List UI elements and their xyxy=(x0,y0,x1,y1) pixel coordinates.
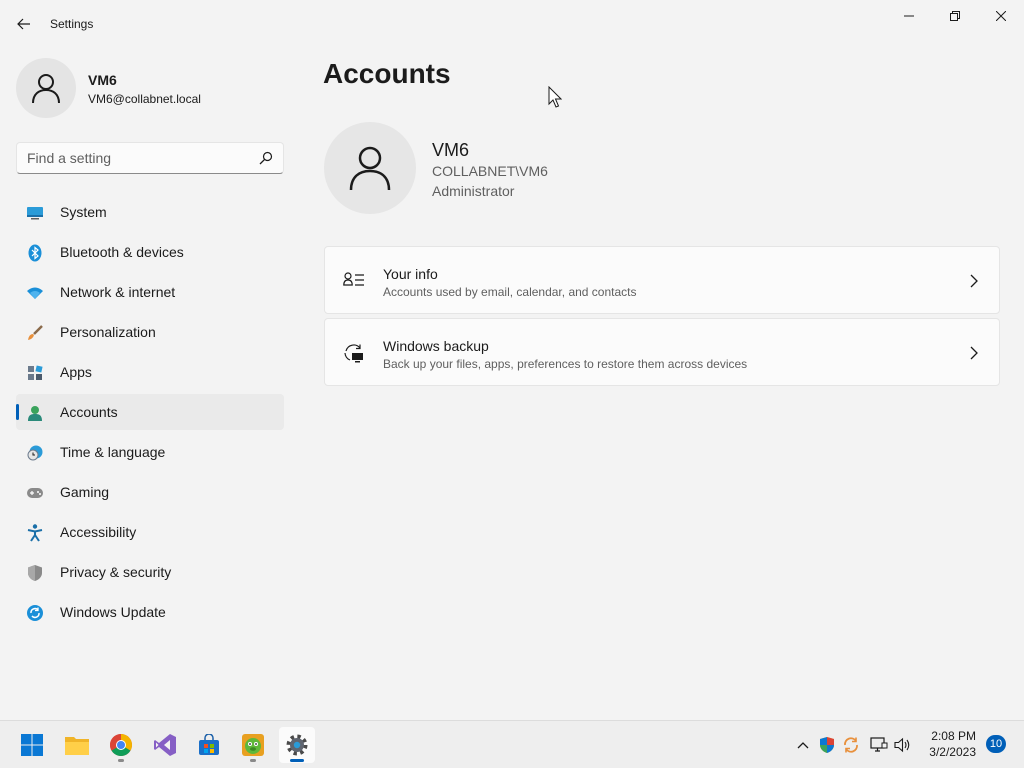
start-icon xyxy=(21,734,43,756)
taskbar xyxy=(0,720,1024,768)
chevron-up-icon xyxy=(797,742,809,749)
back-arrow-icon xyxy=(17,18,30,30)
sidebar-item-accessibility[interactable]: Accessibility xyxy=(16,514,284,550)
start-button[interactable] xyxy=(14,727,50,763)
taskbar-visual-studio[interactable] xyxy=(147,727,183,763)
minimize-icon xyxy=(904,15,914,17)
taskbar-file-explorer[interactable] xyxy=(59,727,95,763)
sidebar-item-label: Bluetooth & devices xyxy=(60,244,184,260)
chevron-right-icon xyxy=(970,346,978,360)
tray-network[interactable] xyxy=(870,736,888,754)
restore-icon xyxy=(950,11,960,21)
taskbar-store[interactable] xyxy=(191,727,227,763)
sidebar-item-personalization[interactable]: Personalization xyxy=(16,314,284,350)
sidebar-item-label: System xyxy=(60,204,107,220)
taskbar-chrome[interactable] xyxy=(103,727,139,763)
search-box xyxy=(16,142,284,174)
update-icon xyxy=(26,604,44,622)
tray-security[interactable] xyxy=(818,736,836,754)
page-title: Accounts xyxy=(323,58,451,89)
card-title: Your info xyxy=(383,266,438,282)
user-email: VM6@collabnet.local xyxy=(88,92,201,106)
close-button[interactable] xyxy=(978,0,1024,32)
contact-info-icon xyxy=(343,272,364,286)
back-button[interactable] xyxy=(8,8,40,40)
sidebar-item-bluetooth[interactable]: Bluetooth & devices xyxy=(16,234,284,270)
clock-time[interactable]: 2:08 PM xyxy=(900,729,976,743)
windows-backup-card[interactable]: Windows backup Back up your files, apps,… xyxy=(324,318,1000,386)
sidebar-item-windows-update[interactable]: Windows Update xyxy=(16,594,284,630)
clock-globe-icon xyxy=(26,444,44,462)
account-role: Administrator xyxy=(432,183,515,199)
sync-icon xyxy=(844,737,858,753)
close-icon xyxy=(996,11,1006,21)
tray-sync[interactable] xyxy=(842,736,860,754)
app-title: Settings xyxy=(50,17,94,31)
restore-button[interactable] xyxy=(932,0,978,32)
user-avatar xyxy=(16,58,76,118)
sidebar-item-label: Accessibility xyxy=(60,524,137,540)
shield-icon xyxy=(820,737,834,753)
sidebar-item-apps[interactable]: Apps xyxy=(16,354,284,390)
search-icon[interactable] xyxy=(259,151,273,165)
person-icon xyxy=(26,404,44,422)
mouse-cursor-icon xyxy=(548,86,562,108)
taskbar-settings[interactable] xyxy=(279,727,315,763)
brush-icon xyxy=(26,324,44,342)
sidebar-item-network[interactable]: Network & internet xyxy=(16,274,284,310)
sidebar-nav: System Bluetooth & devices Network & int… xyxy=(16,194,284,634)
card-description: Accounts used by email, calendar, and co… xyxy=(383,285,637,299)
clock-date[interactable]: 3/2/2023 xyxy=(900,745,976,759)
account-domain: COLLABNET\VM6 xyxy=(432,163,548,179)
sidebar-item-label: Privacy & security xyxy=(60,564,172,580)
shield-icon xyxy=(26,564,44,582)
bluetooth-icon xyxy=(26,244,44,262)
ethernet-icon xyxy=(870,737,888,752)
sidebar-item-privacy-security[interactable]: Privacy & security xyxy=(16,554,284,590)
apps-icon xyxy=(26,364,44,382)
search-input[interactable] xyxy=(17,143,253,173)
your-info-card[interactable]: Your info Accounts used by email, calend… xyxy=(324,246,1000,314)
monitor-icon xyxy=(26,204,44,222)
chevron-right-icon xyxy=(970,274,978,288)
store-icon xyxy=(199,734,219,755)
sidebar-item-label: Windows Update xyxy=(60,604,166,620)
taskbar-game-app[interactable] xyxy=(235,727,271,763)
title-bar: Settings xyxy=(0,0,1024,48)
chrome-icon xyxy=(110,734,132,756)
wifi-icon xyxy=(26,284,44,302)
running-indicator xyxy=(250,759,256,762)
sidebar-item-label: Gaming xyxy=(60,484,110,500)
person-icon xyxy=(32,74,60,104)
sidebar-item-label: Apps xyxy=(60,364,92,380)
settings-icon xyxy=(286,734,308,756)
show-hidden-icons-button[interactable] xyxy=(794,736,812,754)
account-avatar xyxy=(324,122,416,214)
sidebar-item-system[interactable]: System xyxy=(16,194,284,230)
user-profile-card[interactable]: VM6 VM6@collabnet.local xyxy=(16,58,286,118)
notification-badge[interactable]: 10 xyxy=(986,735,1006,753)
backup-icon xyxy=(344,344,363,363)
sidebar-item-gaming[interactable]: Gaming xyxy=(16,474,284,510)
accessibility-icon xyxy=(26,524,44,542)
sidebar-item-label: Personalization xyxy=(60,324,156,340)
account-name: VM6 xyxy=(432,140,470,160)
active-indicator xyxy=(290,759,304,762)
sidebar-item-label: Network & internet xyxy=(60,284,176,300)
minimize-button[interactable] xyxy=(886,0,932,32)
sidebar-item-label: Time & language xyxy=(60,444,166,460)
visual-studio-icon xyxy=(154,734,176,756)
person-icon xyxy=(349,146,391,191)
running-indicator xyxy=(118,759,124,762)
sidebar-item-label: Accounts xyxy=(60,404,118,420)
user-name: VM6 xyxy=(88,72,117,88)
sidebar-item-time-language[interactable]: Time & language xyxy=(16,434,284,470)
sidebar-item-accounts[interactable]: Accounts xyxy=(16,394,284,430)
card-description: Back up your files, apps, preferences to… xyxy=(383,357,748,371)
game-app-icon xyxy=(242,734,264,756)
file-explorer-icon xyxy=(65,737,89,755)
gamepad-icon xyxy=(26,484,44,502)
card-title: Windows backup xyxy=(383,338,489,354)
